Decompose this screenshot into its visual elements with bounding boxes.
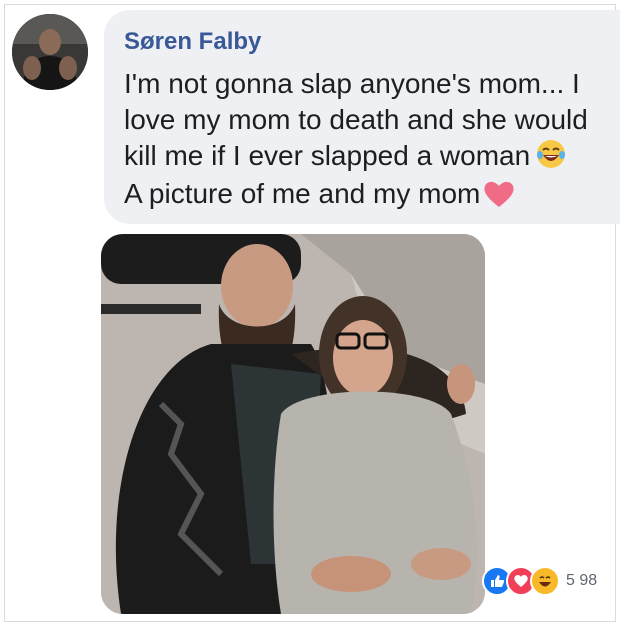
author-name[interactable]: Søren Falby xyxy=(124,28,261,56)
haha-icon xyxy=(530,566,560,596)
avatar-photo xyxy=(12,14,88,90)
message-line-2: love my mom to death and she would xyxy=(124,104,588,135)
message-line-3: kill me if I ever slapped a woman xyxy=(124,138,620,174)
reaction-summary[interactable]: 5 98 xyxy=(482,564,597,598)
laughing-tears-icon xyxy=(537,140,566,168)
attached-photo[interactable] xyxy=(101,234,485,614)
reaction-count: 5 98 xyxy=(566,572,598,589)
message-line-1: I'm not gonna slap anyone's mom... I xyxy=(124,68,580,99)
message-line-4: A picture of me and my mom xyxy=(124,176,620,212)
heart-icon xyxy=(484,181,514,207)
avatar[interactable] xyxy=(12,14,88,90)
photo-image xyxy=(101,234,485,614)
